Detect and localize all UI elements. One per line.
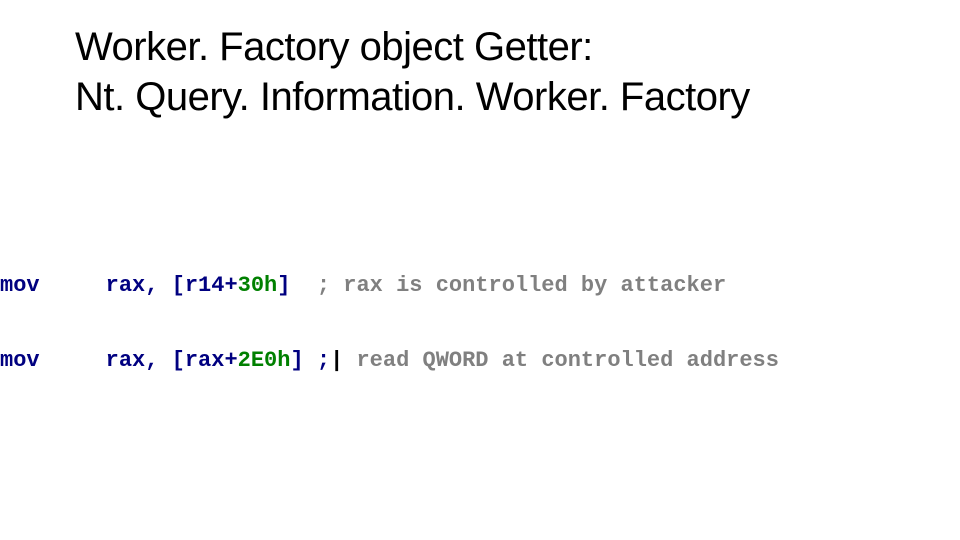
- operands-left: rax, [rax+: [106, 348, 238, 373]
- operands-right: ] ;: [290, 348, 330, 373]
- cursor: |: [330, 348, 343, 373]
- title-line-2: Nt. Query. Information. Worker. Factory: [75, 72, 750, 122]
- comment: ; rax is controlled by attacker: [317, 273, 726, 298]
- comment: read QWORD at controlled address: [343, 348, 779, 373]
- immediate: 30h: [238, 273, 278, 298]
- slide-title: Worker. Factory object Getter: Nt. Query…: [75, 22, 750, 122]
- mnemonic: mov: [0, 348, 40, 373]
- immediate: 2E0h: [238, 348, 291, 373]
- mnemonic: mov: [0, 273, 40, 298]
- disasm-line-1: mov rax, [r14+30h] ; rax is controlled b…: [0, 273, 779, 298]
- disassembly-block: mov rax, [r14+30h] ; rax is controlled b…: [0, 222, 779, 399]
- operands-right: ]: [277, 273, 290, 298]
- operands-left: rax, [r14+: [106, 273, 238, 298]
- title-line-1: Worker. Factory object Getter:: [75, 22, 750, 72]
- disasm-line-2: mov rax, [rax+2E0h] ;| read QWORD at con…: [0, 348, 779, 373]
